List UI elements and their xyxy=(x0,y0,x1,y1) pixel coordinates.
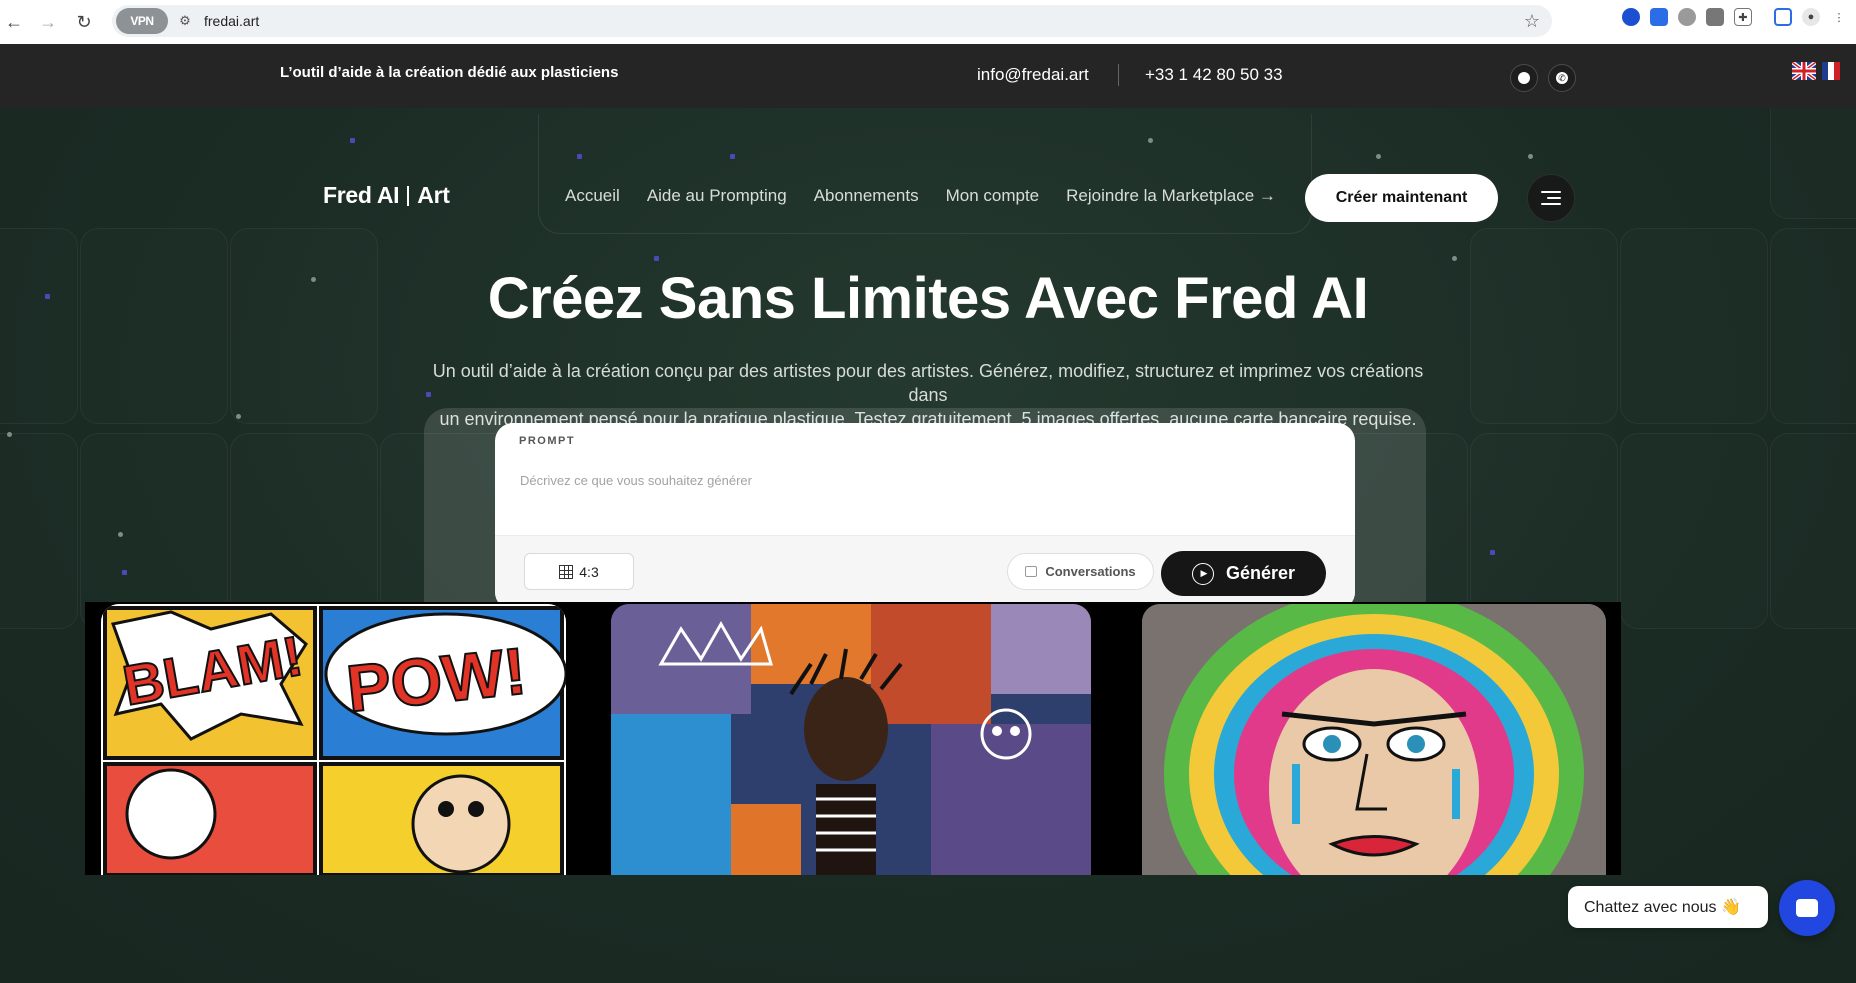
bg-dot xyxy=(350,138,355,143)
chat-bubble-icon[interactable] xyxy=(1510,64,1538,92)
bg-dot xyxy=(118,532,123,537)
grid-icon xyxy=(559,564,574,579)
address-bar[interactable]: VPN ⚙ fredai.art ☆ xyxy=(112,5,1552,37)
extension-shield-icon[interactable] xyxy=(1622,8,1640,26)
hamburger-menu-icon[interactable] xyxy=(1527,174,1575,222)
hero-title: Créez Sans Limites Avec Fred AI xyxy=(487,266,1369,331)
prompt-label: PROMPT xyxy=(519,435,576,447)
generate-button[interactable]: ▶ Générer xyxy=(1161,551,1326,596)
bg-dot xyxy=(1528,154,1533,159)
sidebar-icon[interactable] xyxy=(1774,8,1792,26)
conversations-button[interactable]: Conversations xyxy=(1007,553,1154,590)
graffiti-face-illustration xyxy=(1142,604,1606,875)
prompt-card: PROMPT 4:3 Conversations ▶ Générer xyxy=(495,423,1355,610)
nav-accueil[interactable]: Accueil xyxy=(565,186,620,206)
play-icon: ▶ xyxy=(1191,562,1214,585)
vpn-badge[interactable]: VPN xyxy=(116,8,168,34)
nav-aide-prompting[interactable]: Aide au Prompting xyxy=(647,186,787,206)
nav-mon-compte[interactable]: Mon compte xyxy=(946,186,1040,206)
site-settings-icon[interactable]: ⚙ xyxy=(176,12,194,30)
bg-tile xyxy=(230,433,378,629)
reload-icon[interactable]: ↻ xyxy=(70,8,98,36)
logo-text-right: Art xyxy=(417,182,450,208)
phone-icon[interactable]: ✆ xyxy=(1548,64,1576,92)
bg-dot xyxy=(1452,256,1457,261)
contact-phone[interactable]: +33 1 42 80 50 33 xyxy=(1145,65,1283,85)
extensions-puzzle-icon[interactable]: ✚ xyxy=(1734,8,1752,26)
contact-email[interactable]: info@fredai.art xyxy=(977,65,1089,85)
site-logo[interactable]: Fred AI Art xyxy=(323,182,450,209)
flag-fr-icon[interactable] xyxy=(1822,62,1840,80)
aspect-ratio-button[interactable]: 4:3 xyxy=(524,553,634,590)
bg-tile xyxy=(1470,433,1618,629)
chat-prompt-bubble[interactable]: Chattez avec nous 👋 xyxy=(1568,886,1768,928)
back-icon[interactable]: ← xyxy=(0,8,28,36)
bg-dot xyxy=(7,432,12,437)
bg-dot xyxy=(122,570,127,575)
bg-dot xyxy=(654,256,659,261)
bg-tile xyxy=(1770,108,1856,219)
top-info-bar: L’outil d’aide à la création dédié aux p… xyxy=(0,44,1856,108)
forward-icon[interactable]: → xyxy=(34,8,62,36)
gallery-image-pop-art[interactable]: BLAM! POW! xyxy=(101,604,566,875)
nav-marketplace[interactable]: Rejoindre la Marketplace → xyxy=(1066,186,1276,206)
extension-blocker-icon[interactable] xyxy=(1650,8,1668,26)
aspect-ratio-value: 4:3 xyxy=(579,563,599,580)
main-nav: Accueil Aide au Prompting Abonnements Mo… xyxy=(565,186,1276,206)
prompt-input[interactable] xyxy=(520,473,1320,488)
gallery-image-street-portrait[interactable] xyxy=(611,604,1091,875)
bookmark-star-icon[interactable]: ☆ xyxy=(1524,11,1540,32)
logo-text-left: Fred AI xyxy=(323,182,400,208)
flag-uk-icon[interactable] xyxy=(1792,62,1816,80)
chat-launcher-icon[interactable] xyxy=(1779,880,1835,936)
logo-divider xyxy=(407,186,410,206)
nav-abonnements[interactable]: Abonnements xyxy=(814,186,919,206)
generate-label: Générer xyxy=(1225,563,1296,583)
extensions-tray: ✚ ● ⋮ xyxy=(1622,8,1848,26)
street-portrait-illustration xyxy=(611,604,1091,875)
extension-video-icon[interactable] xyxy=(1706,8,1724,26)
profile-icon[interactable]: ● xyxy=(1802,8,1820,26)
hero-subtitle-line: Un outil d’aide à la création conçu par … xyxy=(432,361,1424,405)
divider xyxy=(1118,64,1119,86)
bg-tile xyxy=(0,433,78,629)
menu-kebab-icon[interactable]: ⋮ xyxy=(1830,8,1848,26)
bg-dot xyxy=(1490,550,1495,555)
bg-dot xyxy=(236,414,241,419)
tagline: L’outil d’aide à la création dédié aux p… xyxy=(280,64,619,81)
bg-tile xyxy=(1620,433,1768,629)
nav-frame xyxy=(538,114,1312,234)
bg-tile xyxy=(1770,433,1856,629)
gallery-image-graffiti-face[interactable] xyxy=(1142,604,1606,875)
bg-tile xyxy=(80,433,228,629)
bg-dot xyxy=(1376,154,1381,159)
conversations-label: Conversations xyxy=(1045,564,1136,579)
prompt-toolbar: 4:3 Conversations ▶ Générer xyxy=(495,535,1355,610)
extension-gear-icon[interactable] xyxy=(1678,8,1696,26)
browser-chrome: ← → ↻ VPN ⚙ fredai.art ☆ ✚ ● ⋮ xyxy=(0,0,1856,44)
conversation-icon xyxy=(1025,566,1038,577)
pop-art-illustration: BLAM! POW! xyxy=(101,604,566,875)
create-now-button[interactable]: Créer maintenant xyxy=(1305,174,1498,222)
url-text[interactable]: fredai.art xyxy=(204,13,259,29)
